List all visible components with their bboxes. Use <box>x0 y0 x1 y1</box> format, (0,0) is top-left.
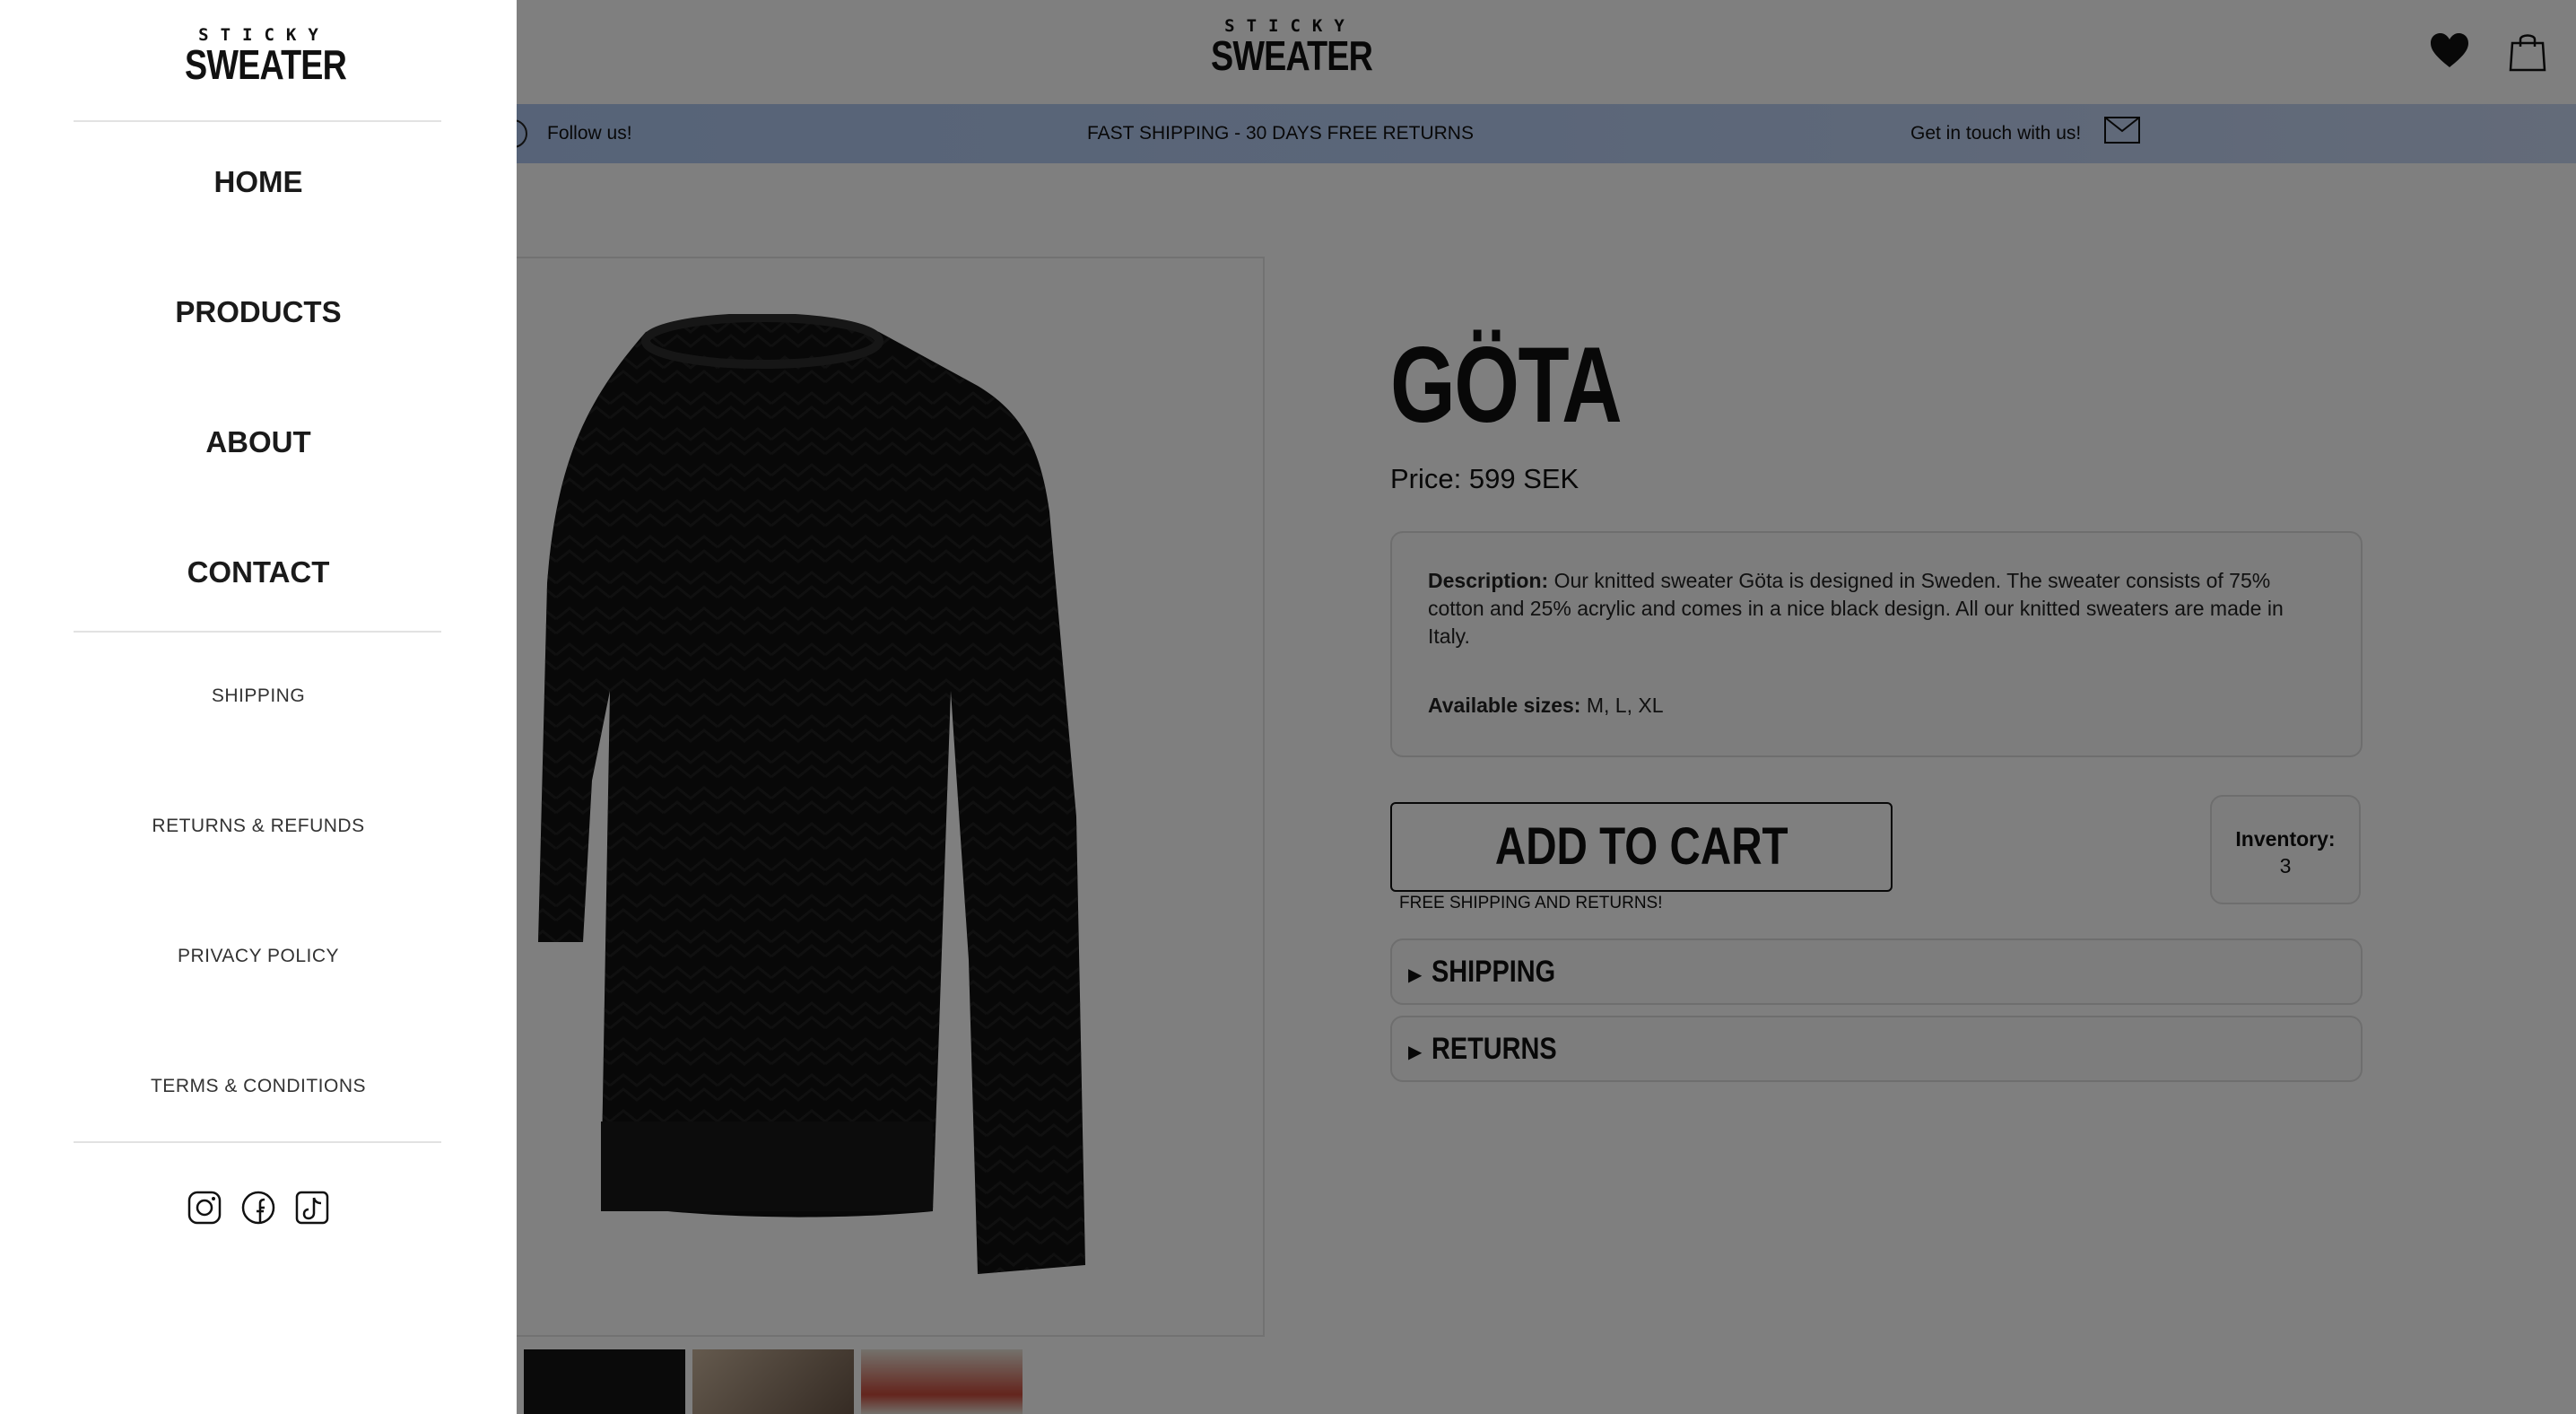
nav-products[interactable]: PRODUCTS <box>0 295 517 329</box>
drawer-logo[interactable]: STICKY SWEATER <box>169 25 348 88</box>
tiktok-icon[interactable] <box>294 1190 330 1226</box>
facebook-icon[interactable] <box>240 1190 276 1226</box>
nav-shipping[interactable]: SHIPPING <box>0 685 517 707</box>
nav-terms-conditions[interactable]: TERMS & CONDITIONS <box>0 1076 517 1097</box>
divider <box>74 1141 441 1143</box>
divider <box>74 120 441 122</box>
side-drawer: STICKY SWEATER HOME PRODUCTS ABOUT CONTA… <box>0 0 517 1414</box>
divider <box>74 631 441 633</box>
nav-returns-refunds[interactable]: RETURNS & REFUNDS <box>0 816 517 837</box>
nav-about[interactable]: ABOUT <box>0 425 517 459</box>
nav-home[interactable]: HOME <box>0 165 517 199</box>
nav-contact[interactable]: CONTACT <box>0 555 517 589</box>
logo-line2: SWEATER <box>185 41 347 88</box>
nav-privacy-policy[interactable]: PRIVACY POLICY <box>0 946 517 967</box>
instagram-icon[interactable] <box>187 1190 222 1226</box>
